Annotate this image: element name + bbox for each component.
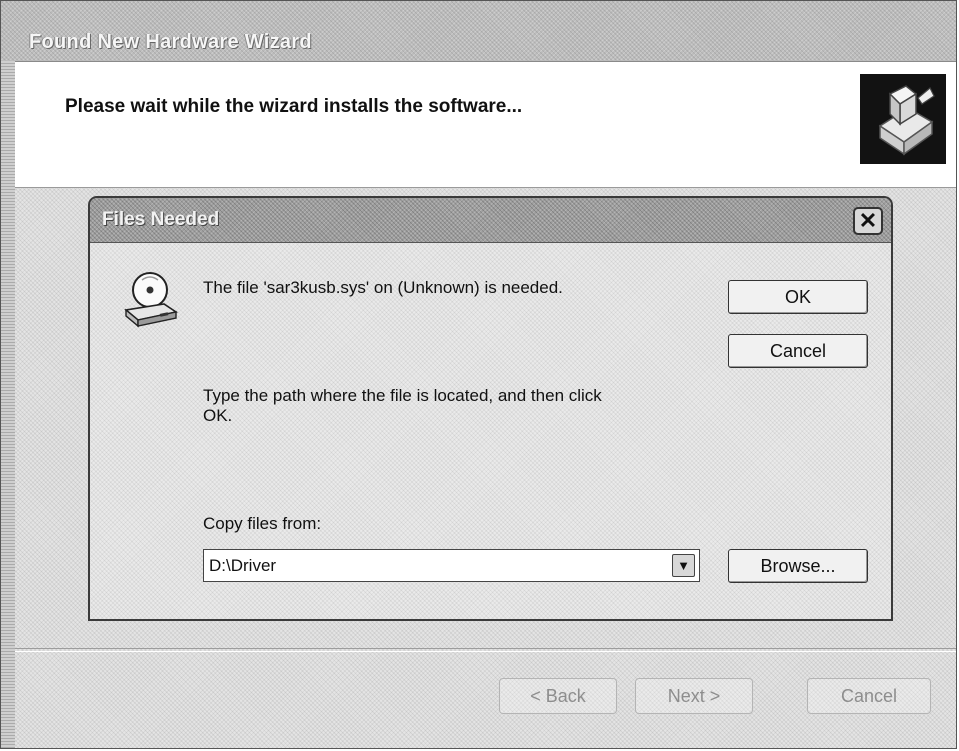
- copy-from-path[interactable]: D:\Driver: [209, 556, 276, 576]
- wizard-header-text: Please wait while the wizard installs th…: [65, 96, 523, 117]
- chevron-down-icon[interactable]: ▼: [672, 554, 695, 577]
- cd-drive-icon: [120, 268, 180, 330]
- wizard-cancel-button[interactable]: Cancel: [807, 678, 931, 714]
- back-button[interactable]: < Back: [499, 678, 617, 714]
- files-needed-dialog: Files Needed ✕ The file 'sar3kusb.sys' o…: [88, 196, 893, 621]
- hardware-install-icon: [860, 74, 946, 164]
- browse-button[interactable]: Browse...: [728, 549, 868, 583]
- close-icon[interactable]: ✕: [853, 207, 883, 235]
- wizard-window: Found New Hardware Wizard Please wait wh…: [0, 0, 957, 749]
- copy-from-combobox[interactable]: D:\Driver ▼: [203, 549, 700, 582]
- ok-button[interactable]: OK: [728, 280, 868, 314]
- wizard-header-panel: Please wait while the wizard installs th…: [15, 62, 956, 188]
- wizard-title: Found New Hardware Wizard: [29, 31, 312, 53]
- dialog-cancel-button[interactable]: Cancel: [728, 334, 868, 368]
- next-button[interactable]: Next >: [635, 678, 753, 714]
- button-separator: [15, 648, 956, 652]
- dialog-title-bar[interactable]: Files Needed ✕: [90, 198, 891, 243]
- window-left-edge: [1, 61, 15, 748]
- needed-file-message: The file 'sar3kusb.sys' on (Unknown) is …: [203, 278, 563, 297]
- wizard-title-bar[interactable]: Found New Hardware Wizard: [1, 1, 956, 62]
- instruction-text-line2: OK.: [203, 406, 233, 425]
- instruction-text-line1: Type the path where the file is located,…: [203, 386, 602, 405]
- copy-files-label: Copy files from:: [203, 514, 322, 533]
- dialog-title: Files Needed: [102, 209, 220, 230]
